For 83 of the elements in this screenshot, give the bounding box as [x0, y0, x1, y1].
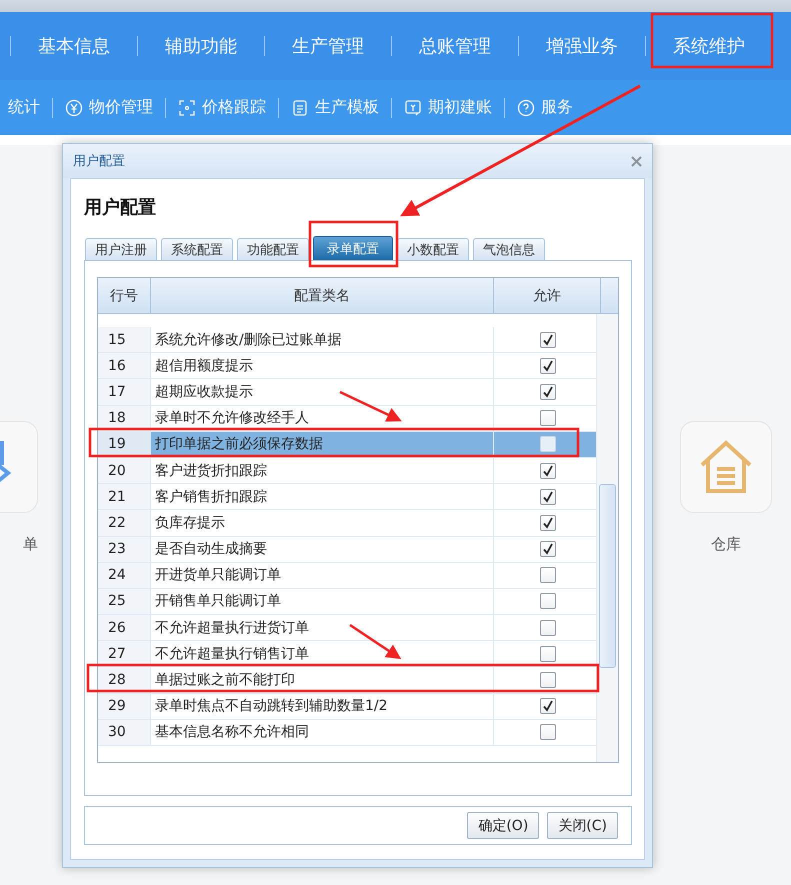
checkbox[interactable]	[540, 620, 556, 636]
checkbox[interactable]	[540, 436, 556, 452]
row-number: 25	[98, 588, 151, 614]
row-number: 21	[98, 484, 151, 510]
ledger-icon	[404, 98, 422, 116]
row-number: 29	[98, 694, 151, 719]
table-row[interactable]: 29 录单时焦点不自动跳转到辅助数量1/2	[98, 694, 596, 720]
row-number: 23	[98, 536, 151, 562]
table-row[interactable]: 23 是否自动生成摘要	[98, 536, 596, 563]
row-number: 26	[98, 615, 151, 640]
row-number: 19	[98, 432, 151, 457]
config-name: 超信用额度提示	[151, 353, 494, 378]
tab[interactable]: 小数配置	[397, 238, 469, 260]
config-name: 开销售单只能调订单	[151, 588, 494, 614]
config-name: 开进货单只能调订单	[151, 562, 494, 588]
table-row[interactable]: 30 基本信息名称不允许相同	[98, 720, 596, 746]
column-header: 配置类名	[151, 278, 494, 313]
scrollbar[interactable]	[596, 314, 618, 762]
config-name: 基本信息名称不允许相同	[151, 720, 494, 745]
table-row[interactable]: 20 客户进货折扣跟踪	[98, 458, 596, 484]
table-row[interactable]: 25 开销售单只能调订单	[98, 588, 596, 616]
target-icon	[178, 98, 196, 116]
checkbox[interactable]	[540, 488, 556, 505]
tile-label: 单	[23, 535, 38, 554]
help-icon	[517, 98, 535, 116]
row-number: 22	[98, 510, 151, 536]
dialog-heading: 用户配置	[84, 196, 157, 219]
config-name: 录单时焦点不自动跳转到辅助数量1/2	[151, 694, 494, 719]
row-number: 15	[98, 327, 151, 352]
config-name: 超期应收款提示	[151, 379, 494, 405]
row-number: 30	[98, 720, 151, 745]
dialog-button[interactable]: 关闭(C)	[547, 812, 618, 839]
checkbox[interactable]	[540, 724, 556, 740]
config-name: 录单时不允许修改经手人	[151, 406, 494, 431]
yen-icon	[65, 98, 83, 116]
table-row[interactable]: 22 负库存提示	[98, 510, 596, 536]
config-name: 客户销售折扣跟踪	[151, 484, 494, 510]
checkbox[interactable]	[540, 462, 556, 479]
config-name: 打印单据之前必须保存数据	[151, 432, 494, 457]
config-name: 负库存提示	[151, 510, 494, 536]
checkbox[interactable]	[540, 541, 556, 558]
annotation-arrow	[349, 624, 402, 660]
tab[interactable]: 用户注册	[85, 238, 157, 260]
config-name: 不允许超量执行销售订单	[151, 641, 494, 666]
row-number: 20	[98, 458, 151, 484]
table-row[interactable]: 21 客户销售折扣跟踪	[98, 484, 596, 510]
config-name: 系统允许修改/删除已过账单据	[151, 327, 494, 352]
checkbox[interactable]	[540, 332, 556, 348]
checkbox[interactable]	[540, 514, 556, 531]
row-number: 16	[98, 353, 151, 378]
table-row[interactable]: 16 超信用额度提示	[98, 353, 596, 380]
config-name: 单据过账之前不能打印	[151, 667, 494, 693]
checkbox[interactable]	[540, 410, 556, 426]
dialog-title: 用户配置	[73, 153, 125, 170]
tab[interactable]: 系统配置	[161, 238, 233, 260]
tab[interactable]: 气泡信息	[473, 238, 545, 260]
table-row[interactable]: 24 开进货单只能调订单	[98, 562, 596, 589]
checkbox[interactable]	[540, 384, 556, 400]
tab[interactable]: 功能配置	[237, 238, 309, 260]
column-header: 行号	[98, 278, 151, 313]
tab[interactable]: 录单配置	[313, 236, 393, 260]
checkbox[interactable]	[540, 593, 556, 610]
checkbox[interactable]	[540, 646, 556, 662]
config-name: 客户进货折扣跟踪	[151, 458, 494, 484]
table-row[interactable]: 26 不允许超量执行进货订单	[98, 615, 596, 642]
checkbox[interactable]	[540, 672, 556, 688]
config-name: 是否自动生成摘要	[151, 536, 494, 562]
row-number: 27	[98, 641, 151, 666]
checkbox[interactable]	[540, 567, 556, 584]
checkbox[interactable]	[540, 358, 556, 374]
config-name: 不允许超量执行进货订单	[151, 615, 494, 640]
dialog-button[interactable]: 确定(O)	[467, 812, 540, 839]
close-icon[interactable]	[631, 156, 642, 166]
table-row[interactable]: 15 系统允许修改/删除已过账单据	[98, 327, 596, 354]
tile-label: 仓库	[711, 535, 741, 554]
checkbox[interactable]	[540, 698, 556, 714]
document-icon	[291, 98, 309, 116]
column-header: 允许	[494, 278, 601, 313]
table-row[interactable]: 17 超期应收款提示	[98, 379, 596, 406]
row-number: 24	[98, 562, 151, 588]
row-number: 17	[98, 379, 151, 405]
module-tile[interactable]	[680, 421, 772, 513]
annotation-arrow	[339, 390, 402, 422]
